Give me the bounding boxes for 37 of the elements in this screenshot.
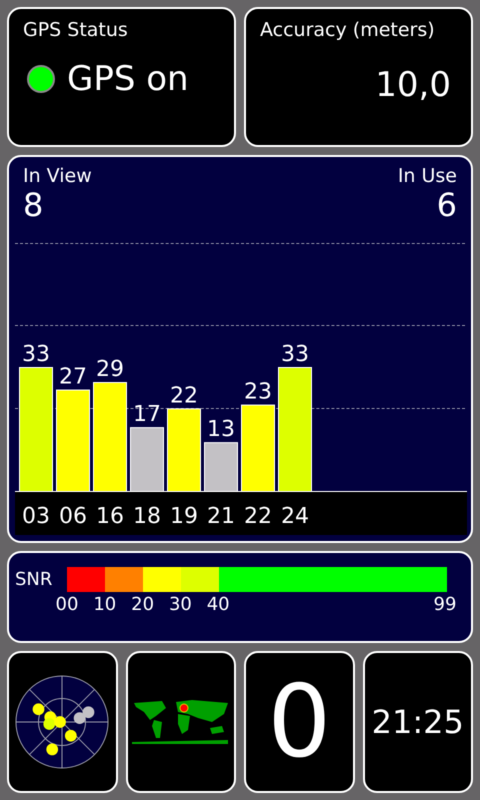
snr-label: SNR (15, 569, 54, 590)
satellite-number: 19 (170, 504, 198, 529)
satellite-number: 21 (207, 504, 235, 529)
satellite-number: 06 (59, 504, 87, 529)
satellite-number: 22 (244, 504, 272, 529)
in-use-label: In Use (398, 165, 457, 187)
snr-tick: 40 (206, 594, 230, 615)
satellite-number: 16 (96, 504, 124, 529)
accuracy-title: Accuracy (meters) (260, 19, 436, 41)
count-tile[interactable]: 0 (244, 651, 354, 793)
snr-value: 23 (244, 380, 272, 405)
clock-tile[interactable]: 21:25 (362, 651, 473, 793)
snr-value: 29 (96, 357, 124, 382)
world-map-tile[interactable] (126, 651, 236, 793)
count-value: 0 (267, 672, 332, 772)
snr-value: 33 (281, 342, 309, 367)
accuracy-value: 10,0 (375, 65, 451, 105)
satellite-number: 24 (281, 504, 309, 529)
snr-value: 13 (207, 417, 235, 442)
status-label: GPS on (67, 59, 189, 99)
in-view-label: In View (23, 165, 92, 187)
in-view-count: 8 (23, 187, 44, 223)
satellite-number: 18 (133, 504, 161, 529)
snr-value: 22 (170, 383, 198, 408)
radar-tile[interactable] (7, 651, 118, 793)
snr-tick: 00 (56, 594, 78, 615)
snr-tick: 10 (93, 594, 116, 615)
snr-tick: 20 (131, 594, 154, 615)
status-title: GPS Status (23, 19, 129, 41)
snr-tick: 99 (434, 594, 456, 615)
snr-value: 27 (59, 364, 87, 390)
in-use-count: 6 (436, 187, 457, 223)
satellite-number: 03 (22, 504, 50, 529)
snr-tick: 30 (168, 594, 192, 615)
clock-time: 21:25 (372, 703, 464, 741)
snr-value: 17 (133, 402, 161, 428)
snr-value: 33 (22, 342, 50, 367)
